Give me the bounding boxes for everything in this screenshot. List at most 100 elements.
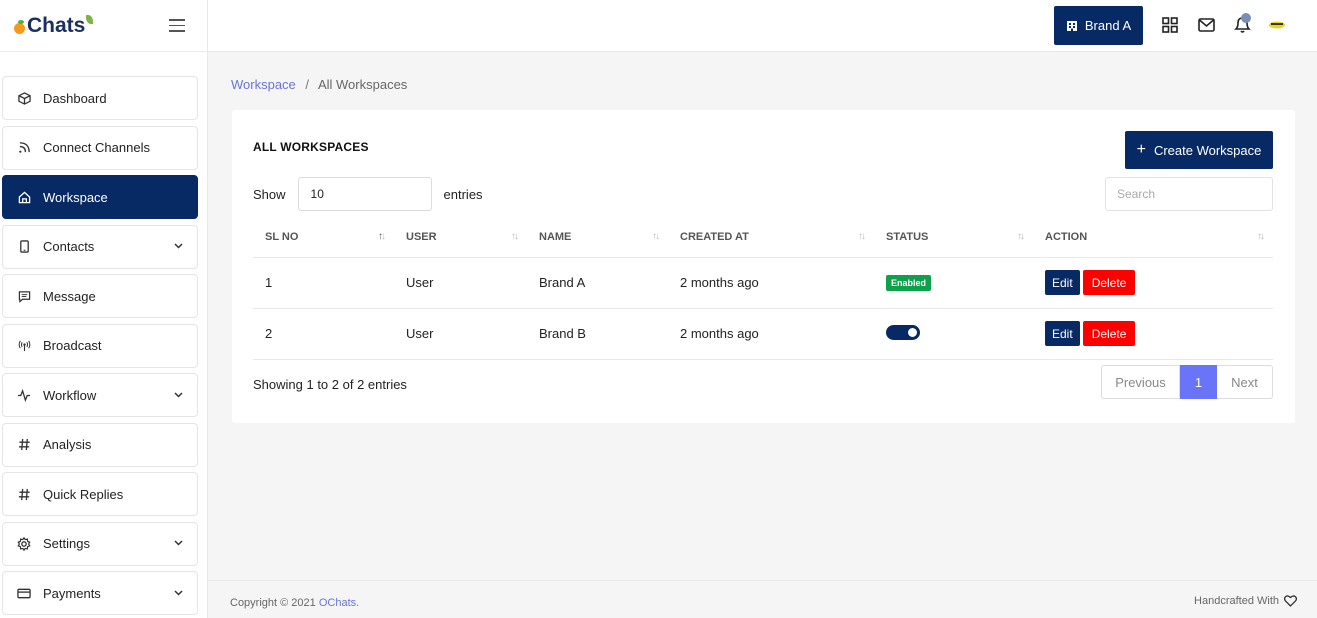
- show-entries-row: Show entries: [253, 177, 483, 211]
- breadcrumb-workspace-link[interactable]: Workspace: [231, 77, 296, 92]
- column-header-label: STATUS: [886, 230, 929, 243]
- breadcrumb-separator: /: [305, 77, 310, 92]
- activity-icon: [17, 388, 31, 402]
- column-header-label: USER: [406, 230, 437, 243]
- search-input[interactable]: [1105, 177, 1273, 211]
- cell-sl-no: 1: [253, 257, 394, 309]
- breadcrumb-current: All Workspaces: [317, 77, 408, 92]
- breadcrumb: Workspace / All Workspaces: [231, 77, 407, 92]
- cell-status: [874, 308, 1033, 360]
- footer-handcrafted: Handcrafted With: [1194, 595, 1297, 607]
- page-1-button[interactable]: 1: [1180, 365, 1217, 399]
- cell-user: User: [394, 308, 527, 360]
- heart-icon: [1284, 595, 1297, 607]
- pagination-info: Showing 1 to 2 of 2 entries: [253, 377, 407, 392]
- sort-icon: ↑↓: [378, 231, 386, 242]
- status-toggle[interactable]: [886, 324, 920, 340]
- sidebar-item-label: Workflow: [43, 387, 97, 403]
- entries-label: entries: [443, 186, 483, 202]
- footer-brand-link[interactable]: OChats.: [319, 597, 359, 609]
- home-icon: [17, 190, 31, 204]
- chevron-down-icon: [174, 538, 183, 549]
- column-header-label: SL NO: [265, 230, 299, 243]
- sidebar-item-label: Dashboard: [43, 90, 107, 106]
- building-icon: [1066, 20, 1077, 31]
- sidebar-item-label: Connect Channels: [43, 140, 150, 155]
- cell-action: Edit Delete: [1033, 257, 1273, 309]
- sidebar-item-label: Analysis: [43, 437, 92, 452]
- mail-icon[interactable]: [1197, 16, 1215, 34]
- plus-icon: +: [1136, 141, 1146, 158]
- table-row: 1 User Brand A2 months ago Enabled Edit Delet…: [253, 257, 1273, 309]
- sidebar-item-label: Message: [43, 288, 96, 304]
- chevron-down-icon: [174, 588, 183, 599]
- sidebar-item-payments[interactable]: Payments: [2, 571, 198, 615]
- column-header-user[interactable]: USER ↑↓: [394, 217, 527, 258]
- sidebar-item-analysis[interactable]: Analysis: [2, 422, 198, 467]
- sidebar-item-dashboard[interactable]: Dashboard: [2, 76, 198, 120]
- copyright-text: Copyright © 2021: [230, 597, 319, 609]
- column-header-label: ACTION: [1045, 230, 1088, 243]
- table-header-row: SL NO ↑↓ USER ↑↓ NAME ↑↓ CREATED AT ↑↓ STATUS ↑↓ A…: [253, 217, 1273, 258]
- card-title: ALL WORKSPACES: [253, 140, 369, 154]
- column-header-action[interactable]: ACTION ↑↓: [1033, 217, 1273, 258]
- cell-created-at: 2 months ago: [668, 257, 874, 309]
- sidebar-item-contacts[interactable]: Contacts: [2, 224, 198, 269]
- entries-per-page-input[interactable]: [297, 177, 432, 211]
- message-icon: [17, 289, 31, 303]
- sidebar-nav: Dashboard Connect Channels Workspace Contac…: [2, 76, 198, 618]
- cell-action: Edit Delete: [1033, 308, 1273, 360]
- hash-icon: [17, 438, 31, 452]
- hamburger-menu-icon[interactable]: [169, 19, 185, 32]
- sort-icon: ↑↓: [1017, 231, 1025, 242]
- sidebar-item-quick-replies[interactable]: Quick Replies: [2, 472, 198, 516]
- leaf-icon: [86, 15, 94, 24]
- sidebar-item-label: Contacts: [43, 239, 95, 254]
- footer-copyright: Copyright © 2021 OChats.: [230, 597, 359, 609]
- edit-button[interactable]: Edit: [1045, 270, 1080, 295]
- next-page-button[interactable]: Next: [1217, 365, 1273, 399]
- sort-icon: ↑↓: [1257, 231, 1265, 242]
- column-header-label: NAME: [539, 230, 572, 243]
- brand-switch-button[interactable]: Brand A: [1054, 6, 1143, 45]
- create-workspace-button[interactable]: + Create Workspace: [1125, 131, 1273, 169]
- chevron-down-icon: [174, 241, 183, 252]
- sidebar-item-message[interactable]: Message: [2, 274, 198, 318]
- sidebar-item-settings[interactable]: Settings: [2, 521, 198, 566]
- phone-icon: [17, 240, 31, 254]
- column-header-created-at[interactable]: CREATED AT ↑↓: [668, 217, 874, 258]
- footer: Copyright © 2021 OChats. Handcrafted Wit…: [208, 580, 1317, 618]
- show-label: Show: [253, 186, 286, 202]
- sidebar-item-workspace[interactable]: Workspace: [2, 175, 198, 219]
- sidebar-item-broadcast[interactable]: Broadcast: [2, 323, 198, 368]
- column-header-name[interactable]: NAME ↑↓: [527, 217, 668, 258]
- sidebar-item-label: Settings: [43, 536, 90, 551]
- cell-user: User: [394, 257, 527, 309]
- brand-button-label: Brand A: [1084, 18, 1132, 33]
- create-workspace-label: Create Workspace: [1153, 142, 1262, 158]
- handcrafted-text: Handcrafted With: [1194, 595, 1279, 607]
- column-header-sl-no[interactable]: SL NO ↑↓: [253, 217, 394, 258]
- sidebar-item-label: Quick Replies: [43, 486, 124, 502]
- sidebar-item-label: Workspace: [43, 189, 108, 205]
- chevron-down-icon: [174, 390, 183, 401]
- delete-button[interactable]: Delete: [1082, 270, 1136, 295]
- workspaces-table: SL NO ↑↓ USER ↑↓ NAME ↑↓ CREATED AT ↑↓ STATUS ↑↓ A…: [253, 217, 1273, 360]
- column-header-status[interactable]: STATUS ↑↓: [874, 217, 1033, 258]
- sidebar-item-connect-channels[interactable]: Connect Channels: [2, 125, 198, 170]
- edit-button[interactable]: Edit: [1045, 321, 1080, 346]
- sidebar-item-workflow[interactable]: Workflow: [2, 373, 198, 417]
- app-logo[interactable]: Chats: [14, 13, 94, 38]
- logo-text: Chats: [27, 13, 86, 37]
- apps-grid-icon[interactable]: [1161, 16, 1179, 34]
- previous-page-button[interactable]: Previous: [1101, 365, 1180, 399]
- hash-icon: [17, 487, 31, 501]
- notification-bell-icon[interactable]: [1232, 12, 1254, 36]
- cell-created-at: 2 months ago: [668, 308, 874, 360]
- user-avatar[interactable]: [1268, 18, 1286, 30]
- cell-status: Enabled: [874, 257, 1033, 309]
- cube-icon: [17, 91, 31, 105]
- delete-button[interactable]: Delete: [1082, 321, 1136, 346]
- rss-icon: [17, 141, 31, 155]
- sidebar: Chats Dashboard Connect Channels Workspace…: [0, 0, 208, 618]
